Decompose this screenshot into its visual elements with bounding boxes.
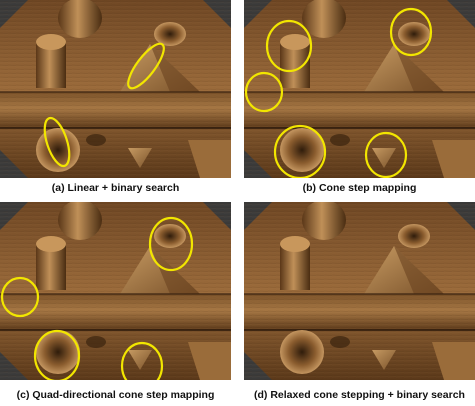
caption-b: (b) Cone step mapping xyxy=(302,182,417,194)
panel-d-render xyxy=(244,202,475,380)
bowl-front-left xyxy=(36,128,80,172)
caption-a: (a) Linear + binary search xyxy=(51,182,180,194)
cylinder-top xyxy=(280,34,310,50)
panel-b-render xyxy=(244,0,475,178)
caption-c: (c) Quad-directional cone step mapping xyxy=(16,389,215,401)
hole-front-center xyxy=(330,336,350,348)
panel-a-render xyxy=(0,0,231,178)
plank-grain xyxy=(244,92,475,128)
cylinder-top xyxy=(36,236,66,252)
hole-front-center xyxy=(86,134,106,146)
hole-front-center xyxy=(330,134,350,146)
cylinder-top xyxy=(280,236,310,252)
bowl-back-right xyxy=(154,224,186,248)
caption-d: (d) Relaxed cone stepping + binary searc… xyxy=(254,389,465,401)
plank-grain xyxy=(244,294,475,330)
bowl-front-left xyxy=(280,330,324,374)
hole-front-center xyxy=(86,336,106,348)
cylinder-top xyxy=(36,34,66,50)
bowl-back-right xyxy=(398,224,430,248)
bowl-back-right xyxy=(398,22,430,46)
plank-grain xyxy=(0,294,231,330)
panel-c-render xyxy=(0,202,231,380)
plank-grain xyxy=(0,92,231,128)
bowl-back-right xyxy=(154,22,186,46)
